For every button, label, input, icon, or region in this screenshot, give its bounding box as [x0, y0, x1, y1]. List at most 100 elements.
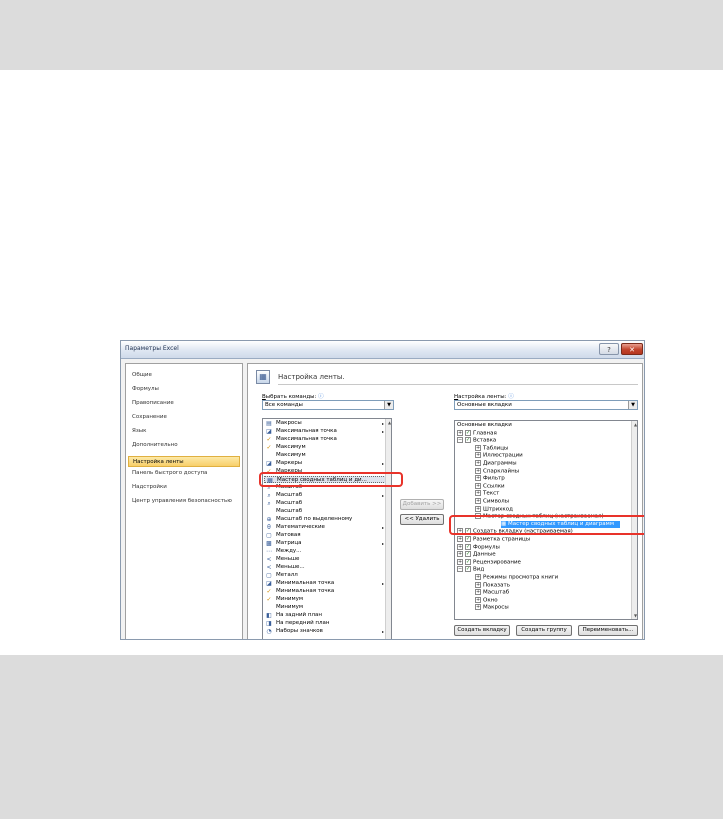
- expand-icon[interactable]: +: [475, 475, 481, 482]
- command-item[interactable]: ◪ Минимальная точка ▸: [264, 580, 390, 587]
- expand-icon[interactable]: +: [475, 482, 481, 489]
- command-item[interactable]: ◧ На задний план: [264, 612, 390, 619]
- command-item[interactable]: ✓ Минимум: [264, 596, 390, 603]
- expand-icon[interactable]: +: [457, 536, 463, 542]
- checkbox[interactable]: ✓: [465, 551, 471, 558]
- ribbon-tree-item[interactable]: + Ссылки: [475, 482, 505, 490]
- commands-list[interactable]: ▤ Макросы ▸ ◪ Максимальная точка ▸ ✓ Максимальн…: [262, 418, 392, 639]
- expand-icon[interactable]: +: [475, 574, 481, 580]
- nav-item[interactable]: Дополнительно: [132, 442, 178, 448]
- rename-button[interactable]: Переименовать...: [578, 625, 638, 636]
- ribbon-tree-item[interactable]: + Окно: [475, 596, 498, 604]
- command-item[interactable]: Масштаб: [264, 508, 390, 515]
- nav-item[interactable]: Язык: [132, 428, 146, 434]
- expand-icon[interactable]: +: [475, 589, 481, 596]
- ribbon-tabs-select[interactable]: Основные вкладки ▼: [454, 400, 638, 410]
- command-item[interactable]: ⌕ Масштаб: [264, 500, 390, 507]
- new-group-button[interactable]: Создать группу: [516, 625, 572, 636]
- scroll-up-icon[interactable]: ▲: [632, 421, 637, 428]
- nav-item[interactable]: Надстройки: [132, 484, 167, 490]
- ribbon-tree-item[interactable]: + Диаграммы: [475, 460, 517, 467]
- command-item[interactable]: ◪ Маркеры ▸: [264, 460, 390, 467]
- ribbon-tree-item[interactable]: − ✓ Вставка: [457, 437, 496, 444]
- collapse-icon[interactable]: −: [457, 437, 463, 444]
- expand-icon[interactable]: +: [475, 444, 481, 451]
- nav-item[interactable]: Панель быстрого доступа: [132, 470, 207, 476]
- expand-icon[interactable]: +: [475, 460, 481, 466]
- checkbox[interactable]: ✓: [465, 429, 471, 436]
- command-item[interactable]: ▩ Матрица ▸: [264, 540, 390, 547]
- expand-icon[interactable]: +: [457, 429, 463, 436]
- ribbon-tree-item[interactable]: + ✓ Данные: [457, 551, 496, 558]
- nav-item[interactable]: Общие: [132, 372, 152, 378]
- expand-icon[interactable]: +: [475, 581, 481, 588]
- commands-scrollbar[interactable]: ▲: [385, 419, 391, 639]
- expand-icon[interactable]: +: [475, 452, 481, 459]
- command-item[interactable]: ⌕ Масштаб ▸: [264, 492, 390, 499]
- ribbon-tree-item[interactable]: + Масштаб: [475, 589, 509, 596]
- command-item[interactable]: ▤ Макросы ▸: [264, 420, 390, 427]
- expand-icon[interactable]: +: [475, 596, 481, 603]
- add-button[interactable]: Добавить >>: [400, 499, 444, 510]
- checkbox[interactable]: ✓: [465, 543, 471, 550]
- ribbon-tree-item[interactable]: + Фильтр: [475, 475, 505, 482]
- ribbon-tree-item[interactable]: + Показать: [475, 581, 510, 589]
- ribbon-tree-item[interactable]: + Спарклайны: [475, 467, 519, 475]
- ribbon-tree-item[interactable]: + ✓ Рецензирование: [457, 558, 521, 566]
- close-button[interactable]: ✕: [621, 343, 643, 355]
- chevron-down-icon[interactable]: ▼: [384, 401, 393, 409]
- collapse-icon[interactable]: −: [457, 566, 463, 573]
- ribbon-tree-item[interactable]: + Режимы просмотра книги: [475, 574, 558, 581]
- checkbox[interactable]: ✓: [465, 437, 471, 444]
- expand-icon[interactable]: +: [475, 505, 481, 512]
- remove-button[interactable]: << Удалить: [400, 514, 444, 525]
- nav-item[interactable]: Настройка ленты: [128, 456, 240, 467]
- scroll-down-icon[interactable]: ▼: [632, 612, 637, 619]
- command-item[interactable]: ▢ Металл: [264, 572, 390, 579]
- command-item[interactable]: θ Математические ▸: [264, 524, 390, 531]
- command-item[interactable]: ✓ Максимальная точка: [264, 436, 390, 443]
- command-item[interactable]: ◨ На передний план: [264, 620, 390, 627]
- ribbon-tree-item[interactable]: + Символы: [475, 498, 509, 505]
- command-item[interactable]: ⋯ Между...: [264, 548, 390, 555]
- nav-item[interactable]: Сохранение: [132, 414, 167, 420]
- help-button[interactable]: ?: [599, 343, 619, 355]
- checkbox[interactable]: ✓: [465, 566, 471, 573]
- chevron-down-icon[interactable]: ▼: [628, 401, 637, 409]
- expand-icon[interactable]: +: [475, 604, 481, 611]
- command-item[interactable]: ✓ Минимальная точка: [264, 588, 390, 595]
- nav-item[interactable]: Правописание: [132, 400, 174, 406]
- new-tab-button[interactable]: Создать вкладку: [454, 625, 510, 636]
- ribbon-tree-item[interactable]: + Штрихкод: [475, 505, 513, 513]
- expand-icon[interactable]: +: [457, 543, 463, 550]
- expand-icon[interactable]: +: [475, 467, 481, 474]
- ribbon-tree-item[interactable]: − ✓ Вид: [457, 566, 484, 573]
- expand-icon[interactable]: +: [457, 558, 463, 565]
- ribbon-tree-item[interactable]: + Иллюстрации: [475, 452, 523, 459]
- command-item[interactable]: ◪ Максимальная точка ▸: [264, 428, 390, 435]
- command-item[interactable]: Максимум: [264, 452, 390, 459]
- checkbox[interactable]: ✓: [465, 536, 471, 542]
- command-item[interactable]: ⊕ Масштаб по выделенному: [264, 516, 390, 523]
- command-item[interactable]: ✓ Максимум: [264, 444, 390, 451]
- nav-item[interactable]: Формулы: [132, 386, 159, 392]
- choose-commands-select[interactable]: Все команды ▼: [262, 400, 394, 410]
- ribbon-tree-item[interactable]: Основные вкладки: [457, 422, 512, 429]
- ribbon-tree-item[interactable]: + Таблицы: [475, 444, 508, 452]
- checkbox[interactable]: ✓: [465, 558, 471, 565]
- ribbon-tree-item[interactable]: + ✓ Формулы: [457, 543, 500, 551]
- expand-icon[interactable]: +: [475, 498, 481, 504]
- command-item[interactable]: Минимум: [264, 604, 390, 611]
- scroll-up-icon[interactable]: ▲: [386, 419, 391, 426]
- expand-icon[interactable]: +: [475, 490, 481, 497]
- nav-item[interactable]: Центр управления безопасностью: [132, 498, 232, 504]
- ribbon-tree-item[interactable]: + Текст: [475, 490, 499, 497]
- ribbon-tree-item[interactable]: + ✓ Разметка страницы: [457, 536, 530, 543]
- expand-icon[interactable]: +: [457, 551, 463, 558]
- ribbon-tree-item[interactable]: + Макросы: [475, 604, 509, 611]
- ribbon-tree-item[interactable]: + ✓ Главная: [457, 429, 497, 437]
- command-item[interactable]: < Меньше...: [264, 564, 390, 571]
- command-item[interactable]: ▢ Матовая: [264, 532, 390, 539]
- command-item[interactable]: ◔ Наборы значков ▸: [264, 628, 390, 635]
- command-item[interactable]: < Меньше: [264, 556, 390, 563]
